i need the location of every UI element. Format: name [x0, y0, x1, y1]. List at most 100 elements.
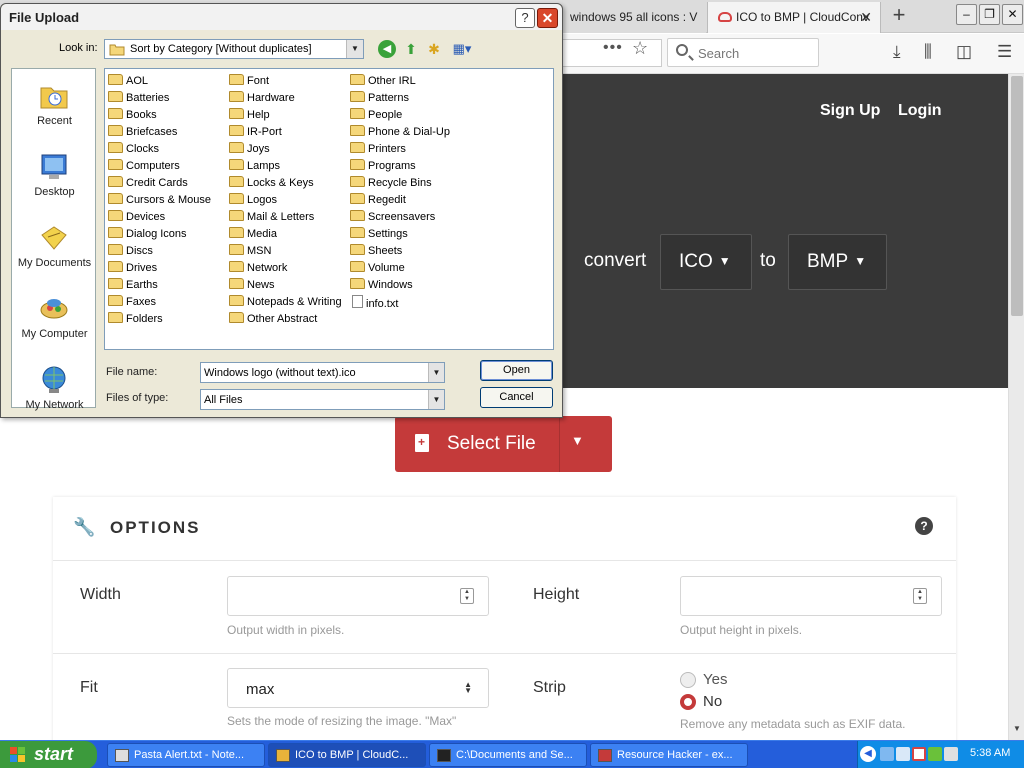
task-browser[interactable]: ICO to BMP | CloudC... [268, 743, 426, 767]
file-list-item[interactable]: info.txt [350, 295, 398, 311]
more-actions-icon[interactable]: ••• [603, 39, 623, 57]
task-notepad[interactable]: Pasta Alert.txt - Note... [107, 743, 265, 767]
file-list-item[interactable]: Computers [108, 159, 180, 175]
spinner-icon[interactable]: ▲ ▼ [460, 588, 474, 604]
file-list-item[interactable]: Other IRL [350, 74, 416, 90]
tab-cloudconvert[interactable]: ICO to BMP | CloudConv ✕ [707, 2, 881, 33]
new-folder-icon[interactable]: ✱ [425, 40, 443, 58]
page-scrollbar[interactable]: ▼ [1008, 74, 1024, 740]
minimize-button[interactable]: – [956, 4, 977, 25]
file-list-item[interactable]: Media [229, 227, 277, 243]
place-recent[interactable]: Recent [12, 75, 97, 145]
file-list-item[interactable]: Briefcases [108, 125, 177, 141]
status-tray-icon[interactable] [928, 747, 942, 761]
display-tray-icon[interactable] [896, 747, 910, 761]
chevron-down-icon[interactable]: ▼ [428, 390, 444, 409]
security-tray-icon[interactable] [912, 747, 926, 761]
chevron-down-icon[interactable]: ▼ [428, 363, 444, 382]
close-tab-icon[interactable]: ✕ [860, 9, 872, 26]
file-list-item[interactable]: Font [229, 74, 269, 90]
dialog-titlebar[interactable]: File Upload ? ✕ [1, 4, 562, 30]
scroll-down-arrow-icon[interactable]: ▼ [1011, 724, 1023, 738]
file-list-item[interactable]: Devices [108, 210, 165, 226]
file-list-item[interactable]: Mail & Letters [229, 210, 314, 226]
back-icon[interactable]: ◀ [378, 40, 396, 58]
file-list-item[interactable]: Lamps [229, 159, 280, 175]
file-list-item[interactable]: Cursors & Mouse [108, 193, 211, 209]
strip-no-label[interactable]: No [703, 693, 722, 710]
file-list-item[interactable]: Faxes [108, 295, 156, 311]
file-list-item[interactable]: Books [108, 108, 157, 124]
file-list-item[interactable]: Dialog Icons [108, 227, 187, 243]
file-list-item[interactable]: Windows [350, 278, 413, 294]
file-list-item[interactable]: Folders [108, 312, 163, 328]
close-window-button[interactable]: ✕ [1002, 4, 1023, 25]
file-list-item[interactable]: Volume [350, 261, 405, 277]
volume-tray-icon[interactable] [944, 747, 958, 761]
download-icon[interactable]: ⤓ [893, 42, 901, 62]
file-list-item[interactable]: Earths [108, 278, 158, 294]
filename-input[interactable]: Windows logo (without text).ico ▼ [200, 362, 445, 383]
file-list-item[interactable]: IR-Port [229, 125, 282, 141]
filetype-select[interactable]: All Files ▼ [200, 389, 445, 410]
chevron-down-icon[interactable]: ▼ [571, 433, 584, 448]
up-folder-icon[interactable]: ⬆ [402, 40, 420, 58]
place-desktop[interactable]: Desktop [12, 146, 97, 216]
file-list-item[interactable]: Logos [229, 193, 277, 209]
chevron-down-icon[interactable]: ▼ [346, 40, 363, 58]
sidebar-icon[interactable]: ◫ [956, 42, 972, 62]
file-list-item[interactable]: Batteries [108, 91, 169, 107]
place-my-documents[interactable]: My Documents [12, 217, 97, 287]
bookmark-star-icon[interactable]: ☆ [632, 38, 648, 59]
strip-no-radio[interactable] [680, 694, 696, 710]
file-list-item[interactable]: Credit Cards [108, 176, 188, 192]
file-list-item[interactable]: Network [229, 261, 287, 277]
file-list-item[interactable]: Notepads & Writing [229, 295, 342, 311]
file-list-item[interactable]: Help [229, 108, 270, 124]
width-input[interactable]: ▲ ▼ [227, 576, 489, 616]
fit-select[interactable]: max ▲ ▼ [227, 668, 489, 708]
task-command-prompt[interactable]: C:\Documents and Se... [429, 743, 587, 767]
dialog-close-button[interactable]: ✕ [537, 8, 558, 28]
place-my-network[interactable]: My Network [12, 359, 97, 429]
file-list-item[interactable]: Phone & Dial-Up [350, 125, 450, 141]
login-link[interactable]: Login [898, 102, 942, 120]
file-list-item[interactable]: Other Abstract [229, 312, 317, 328]
file-list-item[interactable]: Screensavers [350, 210, 435, 226]
file-list-item[interactable]: Printers [350, 142, 406, 158]
file-list-item[interactable]: AOL [108, 74, 148, 90]
hamburger-menu-icon[interactable]: ☰ [997, 42, 1012, 62]
to-format-select[interactable]: BMP ▼ [788, 234, 887, 290]
restore-button[interactable]: ❐ [979, 4, 1000, 25]
file-list-item[interactable]: Programs [350, 159, 416, 175]
signup-link[interactable]: Sign Up [820, 102, 880, 120]
help-icon[interactable]: ? [915, 517, 933, 535]
search-input[interactable]: Search [667, 38, 819, 67]
task-resource-hacker[interactable]: Resource Hacker - ex... [590, 743, 748, 767]
spinner-icon[interactable]: ▲ ▼ [913, 588, 927, 604]
file-list-item[interactable]: Patterns [350, 91, 409, 107]
file-list-item[interactable]: Regedit [350, 193, 406, 209]
strip-yes-radio[interactable] [680, 672, 696, 688]
file-list-item[interactable]: Drives [108, 261, 157, 277]
show-hidden-icons-icon[interactable]: ◀ [860, 746, 876, 762]
tab-windows95-icons[interactable]: windows 95 all icons : V [560, 2, 706, 33]
file-list-item[interactable]: Joys [229, 142, 270, 158]
open-button[interactable]: Open [480, 360, 553, 381]
file-list-item[interactable]: People [350, 108, 402, 124]
file-list-item[interactable]: MSN [229, 244, 271, 260]
file-list-item[interactable]: News [229, 278, 275, 294]
file-list-item[interactable]: Settings [350, 227, 408, 243]
place-my-computer[interactable]: My Computer [12, 288, 97, 358]
height-input[interactable]: ▲ ▼ [680, 576, 942, 616]
from-format-select[interactable]: ICO ▼ [660, 234, 752, 290]
scrollbar-thumb[interactable] [1011, 76, 1023, 316]
file-list-item[interactable]: Discs [108, 244, 153, 260]
views-menu-icon[interactable]: ▦▾ [450, 40, 474, 58]
cancel-button[interactable]: Cancel [480, 387, 553, 408]
dialog-help-button[interactable]: ? [515, 8, 535, 28]
lookin-select[interactable]: Sort by Category [Without duplicates] ▼ [104, 39, 364, 59]
file-list-item[interactable]: Locks & Keys [229, 176, 314, 192]
strip-yes-label[interactable]: Yes [703, 671, 727, 688]
file-list-item[interactable]: Hardware [229, 91, 295, 107]
